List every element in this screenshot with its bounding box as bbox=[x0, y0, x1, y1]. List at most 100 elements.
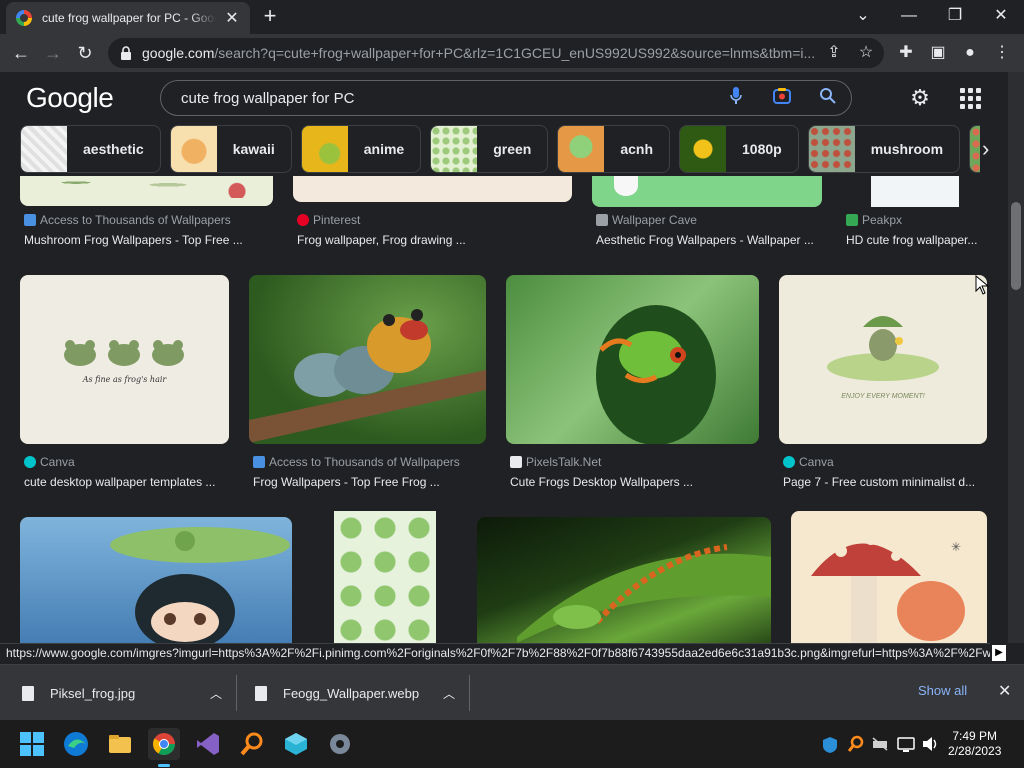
search-query[interactable]: cute frog wallpaper for PC bbox=[181, 90, 713, 107]
chip-1080p[interactable]: 1080p bbox=[679, 125, 799, 173]
source-name: Canva bbox=[799, 455, 834, 469]
tab-close-icon[interactable]: ✕ bbox=[224, 8, 240, 28]
display-icon[interactable] bbox=[896, 728, 916, 760]
chrome-taskbar-icon[interactable] bbox=[148, 728, 180, 767]
page-scrollbar[interactable] bbox=[1008, 72, 1024, 643]
result-image[interactable] bbox=[249, 275, 486, 444]
result-source[interactable]: Access to Thousands of Wallpapers bbox=[253, 455, 493, 469]
chevron-up-icon[interactable]: ︿ bbox=[210, 685, 222, 702]
result-title[interactable]: Page 7 - Free custom minimalist d... bbox=[783, 475, 981, 489]
result-title[interactable]: Frog wallpaper, Frog drawing ... bbox=[297, 233, 567, 247]
system-clock[interactable]: 7:49 PM 2/28/2023 bbox=[948, 729, 1001, 759]
close-window-button[interactable]: ✕ bbox=[986, 4, 1016, 28]
result-source[interactable]: Canva bbox=[783, 455, 983, 469]
chip-kawaii[interactable]: kawaii bbox=[169, 125, 292, 173]
result-image[interactable] bbox=[20, 517, 292, 643]
security-shield-icon[interactable] bbox=[820, 728, 840, 760]
result-image[interactable] bbox=[477, 517, 771, 643]
new-tab-button[interactable]: + bbox=[258, 5, 282, 29]
edge-icon[interactable] bbox=[60, 728, 92, 760]
result-image[interactable]: ✳ bbox=[791, 511, 987, 643]
download-item[interactable]: Feogg_Wallpaper.webp ︿ bbox=[255, 665, 455, 721]
wallpaper-caption: As fine as frog's hair bbox=[82, 375, 167, 384]
result-source[interactable]: Canva bbox=[24, 455, 229, 469]
google-apps-icon[interactable] bbox=[958, 86, 982, 110]
share-icon[interactable]: ⇪ bbox=[824, 43, 844, 63]
result-title[interactable]: Mushroom Frog Wallpapers - Top Free ... bbox=[24, 233, 274, 247]
show-all-button[interactable]: Show all bbox=[918, 683, 967, 698]
result-title[interactable]: Cute Frogs Desktop Wallpapers ... bbox=[510, 475, 755, 489]
chip-aesthetic[interactable]: aesthetic bbox=[20, 125, 161, 173]
result-image[interactable] bbox=[871, 176, 959, 207]
chip-mushroom[interactable]: mushroom bbox=[807, 125, 961, 173]
tree-frogs-photo bbox=[249, 309, 486, 443]
source-name: Peakpx bbox=[862, 213, 903, 227]
settings-gear-icon[interactable]: ⚙ bbox=[908, 86, 932, 110]
google-favicon-icon bbox=[16, 10, 32, 26]
tray-search-icon[interactable] bbox=[846, 728, 866, 760]
chip-thumbnail bbox=[558, 126, 605, 172]
extensions-puzzle-icon[interactable]: ✚ bbox=[896, 43, 916, 63]
side-panel-icon[interactable]: ▣ bbox=[928, 43, 948, 63]
bookmark-star-icon[interactable]: ☆ bbox=[856, 43, 876, 63]
volume-icon[interactable] bbox=[920, 728, 940, 760]
close-downloads-icon[interactable]: ✕ bbox=[998, 681, 1011, 701]
chip-anime[interactable]: anime bbox=[300, 125, 422, 173]
result-image[interactable] bbox=[506, 275, 759, 444]
back-arrow-icon[interactable]: ← bbox=[8, 40, 34, 66]
search-icon[interactable] bbox=[805, 87, 851, 110]
forward-arrow-icon[interactable]: → bbox=[40, 40, 66, 66]
app-cube-icon[interactable] bbox=[280, 728, 312, 760]
source-name: Access to Thousands of Wallpapers bbox=[269, 455, 460, 469]
frog-illustration bbox=[64, 340, 184, 366]
chip-more[interactable] bbox=[969, 125, 980, 173]
search-app-icon[interactable] bbox=[236, 728, 268, 760]
chip-thumbnail bbox=[808, 126, 855, 172]
network-off-icon[interactable] bbox=[870, 728, 890, 760]
result-image[interactable]: ENJOY EVERY MOMENT! bbox=[779, 275, 987, 444]
result-image[interactable] bbox=[293, 176, 572, 202]
google-logo[interactable]: Google bbox=[26, 82, 114, 114]
minimize-button[interactable]: — bbox=[894, 4, 924, 28]
voice-search-icon[interactable] bbox=[713, 86, 759, 111]
chip-label: mushroom bbox=[870, 141, 944, 157]
chevron-up-icon[interactable]: ︿ bbox=[443, 685, 455, 702]
reload-icon[interactable]: ↻ bbox=[72, 40, 98, 66]
browser-tab[interactable]: cute frog wallpaper for PC - Google Sear… bbox=[6, 2, 250, 34]
lens-search-icon[interactable] bbox=[759, 86, 805, 111]
settings-app-icon[interactable] bbox=[324, 728, 356, 760]
chrome-menu-icon[interactable]: ⋮ bbox=[992, 43, 1012, 63]
chip-green[interactable]: green bbox=[430, 125, 549, 173]
result-source[interactable]: Peakpx bbox=[846, 213, 996, 227]
tab-search-chevron-icon[interactable]: ⌄ bbox=[848, 4, 878, 28]
result-source[interactable]: Wallpaper Cave bbox=[596, 213, 826, 227]
search-box[interactable]: cute frog wallpaper for PC bbox=[160, 80, 852, 116]
windows-start-icon[interactable] bbox=[16, 728, 48, 760]
result-title[interactable]: HD cute frog wallpaper... bbox=[846, 233, 986, 247]
result-source[interactable]: Pinterest bbox=[297, 213, 567, 227]
result-title[interactable]: Aesthetic Frog Wallpapers - Wallpaper ..… bbox=[596, 233, 826, 247]
chip-thumbnail bbox=[970, 126, 980, 172]
chips-next-chevron-icon[interactable]: › bbox=[982, 136, 989, 162]
result-image[interactable] bbox=[592, 176, 822, 207]
result-title[interactable]: cute desktop wallpaper templates ... bbox=[24, 475, 229, 489]
source-favicon-icon bbox=[596, 214, 608, 226]
chip-label: acnh bbox=[620, 141, 654, 157]
download-item[interactable]: Piksel_frog.jpg ︿ bbox=[22, 665, 222, 721]
address-bar[interactable]: google.com/search?q=cute+frog+wallpaper+… bbox=[108, 38, 884, 68]
visual-studio-icon[interactable] bbox=[192, 728, 224, 760]
result-title[interactable]: Frog Wallpapers - Top Free Frog ... bbox=[253, 475, 493, 489]
result-image[interactable]: As fine as frog's hair bbox=[20, 275, 229, 444]
scrollbar-thumb[interactable] bbox=[1011, 202, 1021, 290]
result-image[interactable] bbox=[334, 511, 436, 643]
result-source[interactable]: PixelsTalk.Net bbox=[510, 455, 755, 469]
result-image[interactable] bbox=[20, 176, 273, 206]
chip-acnh[interactable]: acnh bbox=[557, 125, 671, 173]
canva-favicon-icon bbox=[783, 456, 795, 468]
profile-avatar-icon[interactable]: ● bbox=[960, 43, 980, 63]
result-source[interactable]: Access to Thousands of Wallpapers bbox=[24, 213, 274, 227]
restore-button[interactable]: ❐ bbox=[940, 4, 970, 28]
chip-thumbnail bbox=[680, 126, 727, 172]
status-scroll-arrow-icon[interactable]: ▶ bbox=[992, 645, 1006, 661]
file-explorer-icon[interactable] bbox=[104, 728, 136, 760]
